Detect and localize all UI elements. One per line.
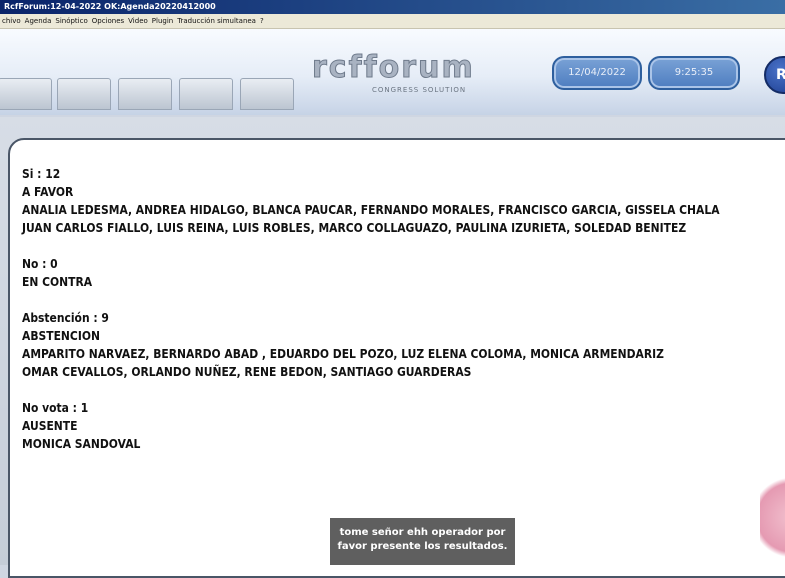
abstencion-label: ABSTENCION (22, 328, 100, 343)
menu-help[interactable]: ? (260, 14, 264, 28)
si-names-line: ANALIA LEDESMA, ANDREA HIDALGO, BLANCA P… (22, 202, 720, 217)
caption-line: favor presente los resultados. (337, 541, 508, 552)
rcfforum-logo: rcfforum CONGRESS SOLUTION (312, 50, 548, 102)
tab-4[interactable] (179, 78, 233, 110)
menu-archivo[interactable]: chivo (2, 14, 21, 28)
menu-agenda[interactable]: Agenda (25, 14, 52, 28)
si-names-line: JUAN CARLOS FIALLO, LUIS REINA, LUIS ROB… (22, 220, 687, 235)
group-abstencion: Abstención : 9 ABSTENCION AMPARITO NARVA… (22, 309, 676, 381)
vote-results: Si : 12 A FAVOR ANALIA LEDESMA, ANDREA H… (22, 165, 720, 471)
group-si: Si : 12 A FAVOR ANALIA LEDESMA, ANDREA H… (22, 165, 720, 237)
no-vota-count: No vota : 1 (22, 400, 89, 415)
menu-opciones[interactable]: Opciones (92, 14, 124, 28)
window-title: RcfForum:12-04-2022 OK:Agenda20220412000 (4, 2, 216, 11)
abstencion-names-line: AMPARITO NARVAEZ, BERNARDO ABAD , EDUARD… (22, 346, 664, 361)
logo-text: rcfforum (312, 50, 475, 86)
tab-1[interactable] (0, 78, 52, 110)
logo-subtitle: CONGRESS SOLUTION (372, 86, 467, 94)
si-count: Si : 12 (22, 166, 61, 181)
si-label: A FAVOR (22, 184, 74, 199)
menu-bar: chivo Agenda Sinóptico Opciones Video Plugin T… (0, 14, 785, 29)
tab-2[interactable] (57, 78, 111, 110)
subtitle-caption: tome señor ehh operador por favor presen… (330, 518, 515, 565)
time-display: 9:25:35 (648, 56, 740, 90)
no-label: EN CONTRA (22, 274, 93, 289)
menu-plugin[interactable]: Plugin (152, 14, 173, 28)
window-title-bar: RcfForum:12-04-2022 OK:Agenda20220412000 (0, 0, 785, 14)
abstencion-count: Abstención : 9 (22, 310, 109, 325)
tab-5[interactable] (240, 78, 294, 110)
menu-traduccion[interactable]: Traducción simultanea (177, 14, 256, 28)
no-vota-label: AUSENTE (22, 418, 78, 433)
abstencion-names-line: OMAR CEVALLOS, ORLANDO NUÑEZ, RENE BEDON… (22, 364, 472, 379)
no-vota-names-line: MONICA SANDOVAL (22, 436, 141, 451)
video-overlay-decoration (760, 470, 785, 565)
no-count: No : 0 (22, 256, 58, 271)
tab-3[interactable] (118, 78, 172, 110)
menu-video[interactable]: Video (128, 14, 148, 28)
date-display: 12/04/2022 (552, 56, 642, 90)
caption-line: tome señor ehh operador por (339, 527, 506, 538)
menu-sinoptico[interactable]: Sinóptico (55, 14, 87, 28)
group-no: No : 0 EN CONTRA (22, 255, 676, 291)
group-no-vota: No vota : 1 AUSENTE MONICA SANDOVAL (22, 399, 676, 453)
